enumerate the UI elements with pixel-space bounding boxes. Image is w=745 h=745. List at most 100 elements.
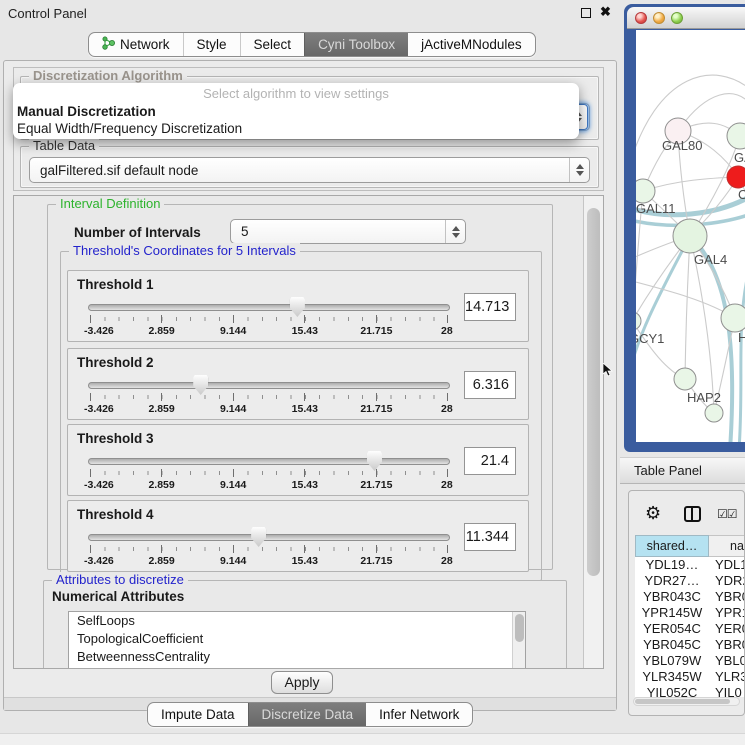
table-row[interactable]: YPR145WYPR1 — [635, 605, 745, 621]
node-label: C — [738, 187, 745, 202]
numerical-attributes-list: SelfLoops TopologicalCoefficient Between… — [68, 611, 526, 669]
attributes-group-label: Attributes to discretize — [52, 572, 188, 587]
table-panel-title: Table Panel — [634, 463, 702, 478]
table-horizontal-scrollbar[interactable] — [633, 697, 740, 706]
column-header-name[interactable]: name — [709, 535, 745, 557]
bottom-tab-bar: Impute Data Discretize Data Infer Networ… — [147, 702, 473, 727]
threshold-4-panel: Threshold 4 -3.4262.8599.14415.4321.7152… — [67, 500, 529, 572]
dropdown-option-equal-width[interactable]: Equal Width/Frequency Discretization — [13, 120, 579, 137]
threshold-1-slider[interactable]: -3.4262.8599.14415.4321.71528 — [88, 271, 450, 343]
slider-track[interactable] — [88, 458, 450, 465]
tab-network[interactable]: Network — [89, 33, 183, 56]
node-label: GA — [734, 150, 745, 165]
number-of-intervals-combobox[interactable]: 5 — [230, 219, 466, 244]
network-graph — [636, 30, 745, 442]
node-label: H — [738, 330, 745, 345]
threshold-4-slider[interactable]: -3.4262.8599.14415.4321.71528 — [88, 501, 450, 573]
table-row[interactable]: YDL19…YDL1 — [635, 557, 745, 573]
tab-select[interactable]: Select — [240, 33, 305, 56]
settings-scroll-panel: Interval Definition Number of Intervals … — [13, 195, 604, 669]
node-red-selected — [727, 166, 745, 188]
interval-definition-label: Interval Definition — [56, 196, 164, 211]
dropdown-prompt: Select algorithm to view settings — [13, 86, 579, 103]
table-row[interactable]: YIL052CYIL0 — [635, 685, 745, 697]
tab-jactivemnodules[interactable]: jActiveMNodules — [408, 33, 535, 56]
table-row[interactable]: YBR043CYBR0 — [635, 589, 745, 605]
network-window-titlebar[interactable] — [627, 7, 745, 29]
close-traffic-light[interactable] — [635, 12, 647, 24]
table-data-group: Table Data galFiltered.sif default node — [20, 146, 599, 188]
apply-button[interactable]: Apply — [271, 671, 333, 694]
slider-track[interactable] — [88, 304, 450, 311]
network-icon — [102, 36, 115, 53]
mouse-cursor — [603, 363, 613, 382]
node-label: GAL11 — [636, 201, 676, 216]
node-label: GAL4 — [694, 252, 727, 267]
table-data-combobox[interactable]: galFiltered.sif default node — [29, 157, 590, 183]
node-ga — [727, 123, 745, 149]
table-row[interactable]: YDR27…YDR2 — [635, 573, 745, 589]
minimize-traffic-light[interactable] — [653, 12, 665, 24]
node-label: HAP2 — [687, 390, 721, 405]
numerical-attributes-label: Numerical Attributes — [52, 589, 184, 604]
table-row[interactable]: YBL079WYBL0 — [635, 653, 745, 669]
threshold-3-slider[interactable]: -3.4262.8599.14415.4321.71528 — [88, 425, 450, 497]
thresholds-group: Threshold's Coordinates for 5 Intervals … — [60, 251, 542, 581]
list-item[interactable]: TopologicalCoefficient — [69, 630, 525, 648]
dropdown-option-manual[interactable]: Manual Discretization — [13, 103, 579, 120]
slider-track[interactable] — [88, 382, 450, 389]
threshold-1-value-field[interactable]: 14.713 — [464, 293, 516, 321]
number-of-intervals-label: Number of Intervals — [74, 225, 201, 240]
threshold-2-value-field[interactable]: 6.316 — [464, 371, 516, 399]
list-item[interactable]: BetweennessCentrality — [69, 648, 525, 666]
close-icon[interactable]: ✖ — [600, 4, 611, 20]
slider-track[interactable] — [88, 534, 450, 541]
select-columns-icon[interactable]: ☑☑ — [717, 507, 737, 521]
combo-stepper-icon[interactable] — [569, 158, 589, 182]
scrollbar-thumb[interactable] — [587, 208, 600, 576]
threshold-2-panel: Threshold 2 -3.4262.8599.14415.4321.7152… — [67, 348, 529, 420]
scrollbar-thumb[interactable] — [635, 699, 730, 704]
network-canvas[interactable]: GAL80 GA C GAL11 GAL4 GCY1 H HAP2 — [636, 30, 745, 442]
table-row[interactable]: YER054CYER0 — [635, 621, 745, 637]
tab-style[interactable]: Style — [183, 33, 240, 56]
footer-highlight — [0, 733, 745, 745]
application-window: Control Panel ✖ Network Style Select Cyn… — [0, 0, 745, 745]
threshold-3-value-field[interactable]: 21.4 — [464, 447, 516, 475]
attributes-group: Attributes to discretize Numerical Attri… — [43, 580, 567, 669]
split-pane-icon[interactable] — [684, 506, 701, 522]
list-item[interactable]: SelfLoops — [69, 612, 525, 630]
zoom-traffic-light[interactable] — [671, 12, 683, 24]
slider-handle[interactable] — [367, 451, 382, 471]
tab-infer-network[interactable]: Infer Network — [366, 703, 472, 726]
table-row[interactable]: YLR345WYLR3 — [635, 669, 745, 685]
node-label: GCY1 — [636, 331, 664, 346]
node-gcy1 — [636, 312, 641, 330]
node-gal11 — [636, 179, 655, 203]
slider-handle[interactable] — [290, 297, 305, 317]
gear-icon[interactable]: ⚙ — [645, 503, 661, 524]
interval-definition-group: Interval Definition Number of Intervals … — [47, 204, 553, 570]
combo-stepper-icon[interactable] — [445, 220, 465, 243]
node-table: shared… name YDL19…YDL1 YDR27…YDR2 YBR04… — [635, 535, 745, 557]
slider-handle[interactable] — [251, 527, 266, 547]
threshold-1-panel: Threshold 1 -3.4262.8599.14415.4321.7152… — [67, 270, 529, 342]
threshold-2-slider[interactable]: -3.4262.8599.14415.4321.71528 — [88, 349, 450, 421]
node-h — [721, 304, 745, 332]
table-body: YDL19…YDL1 YDR27…YDR2 YBR043CYBR0 YPR145… — [635, 557, 745, 697]
slider-handle[interactable] — [193, 375, 208, 395]
panel-scrollbar[interactable] — [583, 196, 603, 668]
tab-discretize-data[interactable]: Discretize Data — [248, 703, 367, 726]
table-row[interactable]: YBR045CYBR0 — [635, 637, 745, 653]
network-view-window: GAL80 GA C GAL11 GAL4 GCY1 H HAP2 — [624, 4, 745, 452]
list-scrollbar[interactable] — [512, 612, 525, 669]
cyni-toolbox-panel: Discretization Algorithm Table Data galF… — [3, 60, 617, 711]
threshold-4-value-field[interactable]: 11.344 — [464, 523, 516, 551]
tab-impute-data[interactable]: Impute Data — [148, 703, 248, 726]
float-window-icon[interactable] — [581, 8, 591, 18]
column-header-shared-name[interactable]: shared… — [635, 535, 709, 557]
tab-cyni-toolbox[interactable]: Cyni Toolbox — [304, 33, 408, 56]
table-data-label: Table Data — [29, 138, 99, 153]
panel-title: Control Panel — [8, 6, 87, 21]
node-gal4 — [673, 219, 707, 253]
